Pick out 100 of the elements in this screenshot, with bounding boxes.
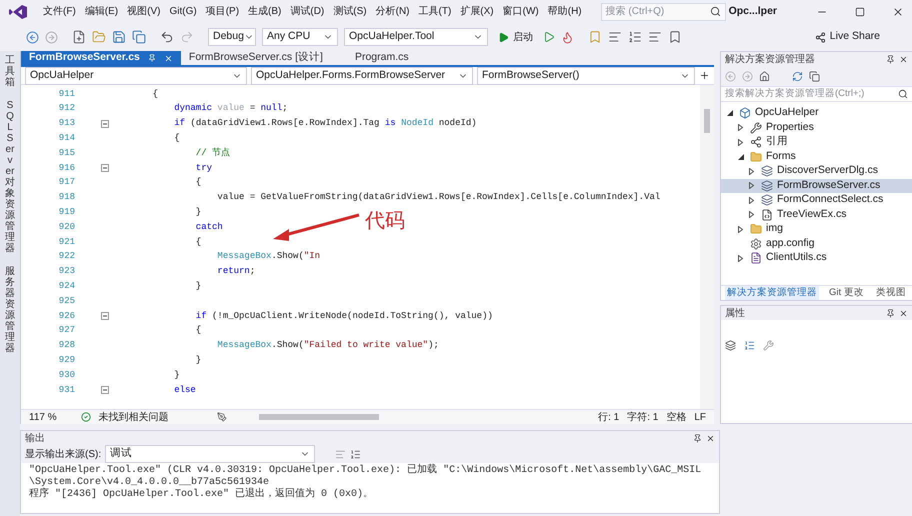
tree-item[interactable]: FormBrowseServer.cs	[721, 178, 912, 193]
configuration-dropdown[interactable]: Debug	[208, 28, 256, 46]
search-icon[interactable]	[710, 6, 721, 17]
close-icon[interactable]	[898, 54, 908, 64]
panel-title: 解决方案资源管理器	[725, 52, 815, 66]
share-icon	[814, 32, 826, 42]
code-line: }	[173, 368, 180, 382]
tree-item[interactable]: Forms	[721, 150, 912, 164]
menu-item[interactable]: 文件(F)	[43, 4, 76, 19]
platform-dropdown[interactable]: Any CPU	[262, 28, 338, 46]
undo-icon[interactable]	[160, 30, 174, 44]
line-number: 920	[58, 220, 76, 234]
menu-item[interactable]: 测试(S)	[333, 4, 367, 19]
code-line: }	[194, 280, 202, 293]
editor-tab[interactable]: FormBrowseServer.cs [设计]	[180, 51, 331, 65]
startup-project-dropdown[interactable]: OpcUaHelper.Tool	[344, 28, 488, 46]
window-title: Opc...lper	[728, 4, 777, 19]
maximize-icon[interactable]	[855, 6, 865, 16]
collapse-icon[interactable]	[101, 164, 109, 172]
tree-item[interactable]: Properties	[721, 120, 912, 135]
split-icon[interactable]	[699, 70, 710, 81]
references-icon	[750, 136, 762, 148]
menu-item[interactable]: 分析(N)	[376, 4, 410, 19]
issues-status[interactable]: 未找到相关问题	[98, 410, 169, 424]
flame-icon[interactable]	[561, 30, 574, 44]
bookmark-icon[interactable]	[668, 30, 682, 44]
editor-tab[interactable]: FormBrowseServer.cs	[21, 51, 181, 65]
list-icon[interactable]	[628, 30, 642, 44]
code-line: else	[173, 384, 196, 397]
live-share-button[interactable]: Live Share	[814, 29, 880, 45]
code-line: {	[194, 324, 202, 338]
close-icon[interactable]	[706, 434, 715, 442]
file-code-icon	[761, 208, 773, 221]
collapsed-triangle-icon[interactable]	[738, 254, 743, 262]
panel-tab[interactable]: Git 更改	[827, 286, 866, 300]
tree-item[interactable]: TreeViewEx.cs	[721, 208, 912, 222]
project-dropdown[interactable]: OpcUaHelper	[25, 66, 247, 84]
close-icon[interactable]	[898, 308, 908, 318]
pin-icon[interactable]	[693, 434, 702, 442]
code-line: return;	[216, 265, 256, 278]
menu-item[interactable]: 编辑(E)	[84, 4, 118, 19]
format-icon[interactable]	[608, 30, 622, 44]
side-tab[interactable]: 工具箱	[5, 55, 15, 88]
collapse-icon[interactable]	[101, 386, 109, 394]
line-number: 928	[58, 339, 76, 352]
member-dropdown[interactable]: FormBrowseServer()	[477, 66, 695, 84]
collapse-icon[interactable]	[101, 120, 109, 128]
play-outline-icon[interactable]	[543, 31, 555, 43]
copy-icon[interactable]	[809, 70, 820, 82]
tree-item[interactable]: img	[721, 222, 912, 236]
code-line: MessageBox.Show("Failed to write value");	[216, 339, 439, 352]
close-tab-icon[interactable]	[164, 54, 173, 62]
tree-item[interactable]: app.config	[721, 236, 912, 251]
start-button[interactable]: 启动	[494, 30, 537, 44]
line-number: 924	[58, 280, 76, 293]
menu-item[interactable]: Git(G)	[169, 4, 197, 19]
menu-item[interactable]: 工具(T)	[418, 4, 452, 19]
code-line: if (!m_OpcUaClient.WriteNode(nodeId.ToString(), value))	[194, 310, 493, 323]
menu-item[interactable]: 扩展(X)	[460, 4, 494, 19]
back-icon[interactable]	[26, 30, 39, 44]
menu-item[interactable]: 调试(D)	[290, 4, 324, 19]
tree-item[interactable]: FormConnectSelect.cs	[721, 193, 912, 208]
menu-item[interactable]: 视图(V)	[127, 4, 160, 19]
save-icon[interactable]	[112, 30, 126, 44]
config-file-icon	[750, 238, 762, 250]
horizontal-scrollbar[interactable]	[258, 414, 379, 420]
output-line: 程序 "[2436] OpcUaHelper.Tool.exe" 已退出，返回值为 0 (0x0)。	[29, 489, 374, 501]
line-number: 916	[58, 162, 76, 175]
home-icon[interactable]	[759, 70, 770, 82]
menu-item[interactable]: 帮助(H)	[548, 4, 582, 19]
wrench-icon[interactable]	[763, 340, 774, 351]
panel-title: 属性	[725, 306, 745, 320]
tree-item[interactable]: ClientUtils.cs	[721, 251, 912, 266]
code-line: if (dataGridView1.Rows[e.RowIndex].Tag is NodeId nodeId)	[173, 117, 477, 130]
new-file-icon[interactable]	[72, 30, 86, 44]
close-icon[interactable]	[892, 6, 904, 18]
line-number: 918	[58, 191, 76, 204]
class-dropdown[interactable]: OpcUaHelper.Forms.FormBrowseServer	[251, 66, 473, 84]
line-number: 917	[58, 176, 76, 190]
tree-item[interactable]: OpcUaHelper	[721, 106, 912, 120]
refresh-icon[interactable]	[792, 70, 803, 82]
tree-item[interactable]: DiscoverServerDlg.cs	[721, 164, 912, 178]
editor-tab[interactable]: Program.cs	[330, 51, 417, 65]
code-line: {	[194, 176, 202, 190]
pin-icon[interactable]	[886, 54, 895, 64]
collapse-icon[interactable]	[101, 312, 109, 320]
expanded-triangle-icon[interactable]	[727, 110, 733, 116]
panel-tab[interactable]: 类视图	[874, 286, 908, 300]
menu-item[interactable]: 生成(B)	[248, 4, 282, 19]
zoom-level[interactable]: 117 %	[29, 410, 57, 424]
side-tab[interactable]: 服务器资源管理器	[5, 266, 15, 354]
vertical-scrollbar[interactable]	[700, 85, 714, 409]
output-source-dropdown[interactable]: 调试	[105, 445, 316, 463]
expanded-triangle-icon[interactable]	[738, 154, 744, 160]
side-tab[interactable]: SQL Server 对象资源管理器	[5, 100, 15, 254]
menu-item[interactable]: 项目(P)	[206, 4, 240, 19]
panel-tab[interactable]: 解决方案资源管理器	[725, 286, 819, 300]
pin-icon[interactable]	[886, 308, 895, 318]
menu-item[interactable]: 窗口(W)	[502, 4, 539, 19]
tree-item[interactable]: 引用	[721, 135, 912, 150]
